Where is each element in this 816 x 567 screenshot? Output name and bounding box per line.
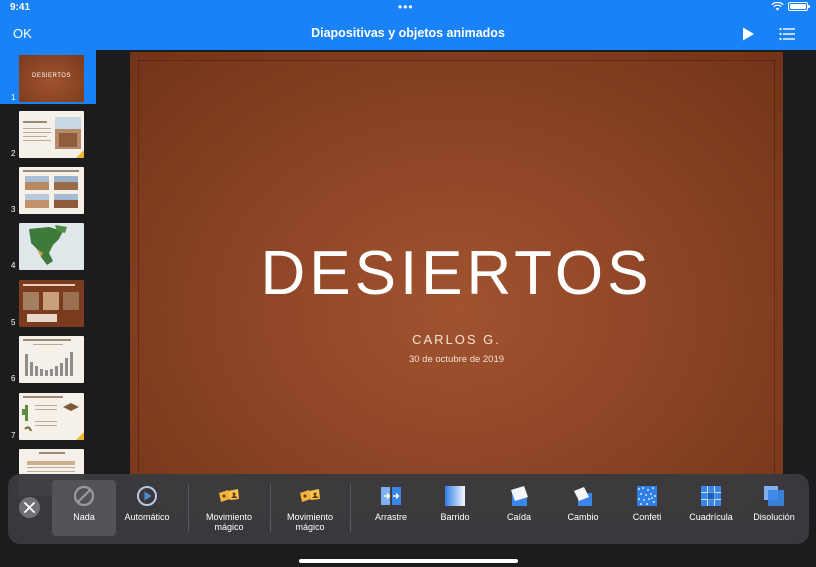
wipe-icon — [445, 486, 465, 506]
slide-author[interactable]: CARLOS G. — [130, 332, 783, 347]
close-button[interactable] — [19, 497, 40, 518]
transition-dissolve[interactable]: Disolución — [746, 480, 802, 536]
confetti-icon — [637, 486, 657, 506]
transition-wipe[interactable]: Barrido — [428, 480, 482, 536]
slide-thumbnail-7[interactable]: 7 — [0, 388, 96, 442]
play-icon[interactable] — [740, 26, 756, 42]
slide-number: 7 — [11, 431, 16, 440]
wifi-icon — [771, 2, 784, 11]
fall-icon — [511, 486, 528, 506]
push-icon — [381, 487, 401, 505]
slide-number: 1 — [11, 93, 16, 102]
flip-icon — [574, 487, 592, 506]
current-slide[interactable]: DESIERTOS CARLOS G. 30 de octubre de 201… — [130, 52, 783, 522]
transition-magic-move-2[interactable]: Movimiento mágico — [278, 480, 342, 536]
transition-label: Movimiento mágico — [205, 512, 252, 532]
slide-number: 5 — [11, 318, 16, 327]
slide-thumbnail-1[interactable]: DESIERTOS 1 — [0, 50, 96, 104]
slide-preview — [19, 223, 84, 270]
slide-preview — [19, 280, 84, 327]
list-icon[interactable] — [779, 26, 795, 42]
page-title: Diapositivas y objetos animados — [311, 26, 505, 40]
transition-label: Arrastre — [374, 512, 407, 522]
transition-confetti[interactable]: Confeti — [620, 480, 674, 536]
multitasking-dots[interactable]: ••• — [398, 0, 414, 14]
slide-title[interactable]: DESIERTOS — [130, 238, 783, 309]
transition-label: Caída — [506, 512, 532, 522]
transition-label: Disolución — [753, 512, 795, 522]
grid-icon — [701, 486, 721, 506]
transition-magic-move-1[interactable]: Movimiento mágico — [196, 480, 262, 536]
transition-fall[interactable]: Caída — [492, 480, 546, 536]
top-bar: 9:41 ••• OK Diapositivas y objetos anima… — [0, 0, 816, 50]
play-circle-icon — [137, 486, 157, 506]
slide-preview — [19, 393, 84, 440]
magic-move-icon — [219, 489, 239, 502]
ok-button[interactable]: OK — [13, 26, 32, 41]
slide-thumbnail-3[interactable]: 3 — [0, 162, 96, 216]
slide-3-content — [23, 170, 79, 208]
transition-push[interactable]: Arrastre — [364, 480, 418, 536]
slide-preview — [19, 167, 84, 214]
slide-thumbnail-4[interactable]: 4 — [0, 218, 96, 272]
close-icon — [24, 502, 35, 513]
status-icons — [771, 2, 810, 11]
transition-label: Cuadrícula — [689, 512, 733, 522]
slide-2-content — [23, 117, 81, 149]
slide-thumbnail-6[interactable]: 6 — [0, 331, 96, 385]
transition-none[interactable]: Nada — [52, 480, 116, 536]
slide-number: 2 — [11, 149, 16, 158]
slide-thumbnail-2[interactable]: 2 — [0, 106, 96, 160]
separator — [188, 484, 189, 532]
status-time: 9:41 — [10, 2, 31, 13]
transition-picker: Nada Automático Movimiento mágico Movimi… — [8, 474, 809, 544]
transition-grid[interactable]: Cuadrícula — [684, 480, 738, 536]
dissolve-icon — [764, 486, 784, 506]
transition-label: Barrido — [440, 512, 470, 522]
slide-7-content — [22, 396, 79, 432]
slide-5-content — [23, 284, 79, 322]
battery-icon — [788, 2, 810, 11]
thumb-title: DESIERTOS — [32, 73, 71, 79]
slide-number: 4 — [11, 261, 16, 270]
separator — [270, 484, 271, 532]
transition-label: Nada — [73, 512, 95, 522]
slide-number: 6 — [11, 374, 16, 383]
slide-date[interactable]: 30 de octubre de 2019 — [130, 354, 783, 365]
map-content — [29, 225, 67, 265]
transition-label: Cambio — [567, 512, 599, 522]
slide-number: 3 — [11, 205, 16, 214]
transition-label: Confeti — [632, 512, 662, 522]
transition-auto[interactable]: Automático — [118, 480, 176, 536]
transition-flip[interactable]: Cambio — [556, 480, 610, 536]
slide-preview — [19, 336, 84, 383]
slide-thumbnail-5[interactable]: 5 — [0, 275, 96, 329]
none-icon — [73, 485, 95, 507]
animation-badge — [76, 432, 84, 440]
slide-preview — [19, 111, 84, 158]
transition-label: Automático — [124, 512, 170, 522]
magic-move-icon — [300, 489, 320, 502]
slide-6-chart — [23, 339, 73, 376]
animation-badge — [76, 150, 84, 158]
slide-preview: DESIERTOS — [19, 55, 84, 102]
transition-label: Movimiento mágico — [286, 512, 333, 532]
separator — [350, 484, 351, 532]
home-indicator — [299, 559, 518, 563]
